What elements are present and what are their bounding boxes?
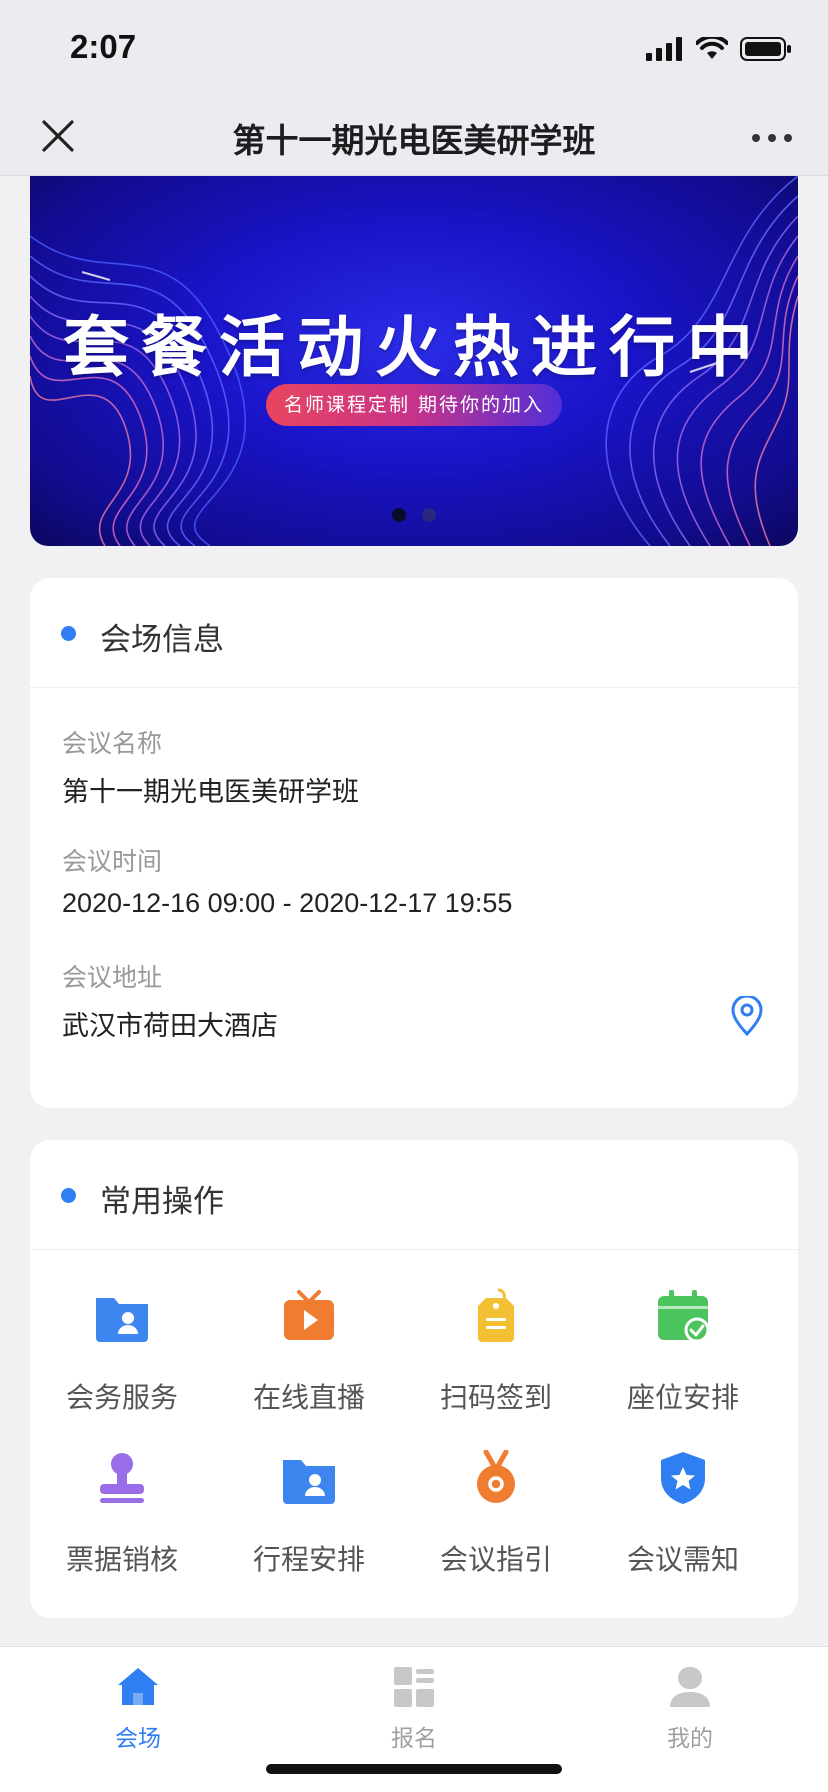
status-bar: 2:07 bbox=[0, 0, 828, 100]
carousel-indicator bbox=[30, 508, 798, 522]
action-label: 票据销核 bbox=[65, 1543, 178, 1576]
tag-icon bbox=[478, 1288, 514, 1342]
signal-icon bbox=[646, 37, 682, 61]
status-icons bbox=[646, 36, 792, 62]
meeting-name-value: 第十一期光电医美研学班 bbox=[62, 777, 359, 808]
map-pin-icon[interactable] bbox=[730, 996, 764, 1036]
bullet-dot bbox=[61, 626, 76, 641]
action-seat-arrangement[interactable]: 座位安排 bbox=[588, 1288, 778, 1416]
common-actions-card: 常用操作 会务服务 在线直播 扫码签到 座位安排 票据销核 行程安排 会议指引 … bbox=[30, 1140, 798, 1618]
calendar-check-icon bbox=[658, 1290, 710, 1343]
card-header: 常用操作 bbox=[30, 1140, 798, 1250]
banner-subtitle: 名师课程定制 期待你的加入 bbox=[266, 384, 562, 426]
action-label: 行程安排 bbox=[252, 1543, 365, 1576]
status-time: 2:07 bbox=[70, 28, 137, 65]
tab-mine[interactable]: 我的 bbox=[630, 1665, 750, 1753]
home-icon bbox=[118, 1668, 158, 1705]
card-header: 会场信息 bbox=[30, 578, 798, 688]
action-label: 在线直播 bbox=[252, 1381, 365, 1414]
folder-user-icon bbox=[283, 1460, 335, 1504]
action-label: 会议指引 bbox=[439, 1543, 552, 1576]
nav-bar: 第十一期光电医美研学班 bbox=[0, 100, 828, 176]
action-label: 座位安排 bbox=[626, 1381, 739, 1414]
action-label: 扫码签到 bbox=[439, 1381, 552, 1414]
action-meeting-notice[interactable]: 会议需知 bbox=[588, 1450, 778, 1578]
medal-icon bbox=[477, 1449, 515, 1503]
bullet-dot bbox=[61, 1188, 76, 1203]
battery-icon bbox=[740, 37, 791, 61]
action-conference-service[interactable]: 会务服务 bbox=[27, 1288, 217, 1416]
card-title: 常用操作 bbox=[100, 1184, 224, 1220]
carousel-dot bbox=[422, 508, 436, 522]
page-title: 第十一期光电医美研学班 bbox=[232, 121, 596, 160]
grid-list-icon bbox=[394, 1667, 434, 1707]
user-icon bbox=[670, 1667, 710, 1707]
tv-play-icon bbox=[284, 1290, 334, 1340]
meeting-address-value: 武汉市荷田大酒店 bbox=[62, 1011, 278, 1042]
shield-star-icon bbox=[661, 1452, 705, 1504]
meeting-time-value: 2020-12-16 09:00 - 2020-12-17 19:55 bbox=[62, 888, 513, 918]
action-meeting-guide[interactable]: 会议指引 bbox=[401, 1449, 591, 1578]
tab-venue[interactable]: 会场 bbox=[78, 1665, 198, 1753]
stamp-icon bbox=[100, 1453, 144, 1503]
card-title: 会场信息 bbox=[100, 622, 224, 658]
more-icon[interactable] bbox=[750, 128, 794, 148]
action-live-stream[interactable]: 在线直播 bbox=[214, 1288, 404, 1416]
tab-label: 报名 bbox=[391, 1726, 437, 1752]
promo-banner[interactable]: 套餐活动火热进行中 名师课程定制 期待你的加入 bbox=[30, 176, 798, 546]
tab-label: 我的 bbox=[667, 1726, 713, 1752]
action-label: 会务服务 bbox=[65, 1381, 178, 1414]
meeting-time-label: 会议时间 bbox=[62, 847, 163, 876]
banner-title: 套餐活动火热进行中 bbox=[63, 309, 765, 386]
tab-label: 会场 bbox=[115, 1726, 161, 1752]
meeting-name-label: 会议名称 bbox=[62, 729, 163, 758]
home-indicator bbox=[266, 1764, 562, 1774]
wifi-icon bbox=[696, 37, 728, 59]
action-ticket-verify[interactable]: 票据销核 bbox=[27, 1450, 217, 1578]
action-label: 会议需知 bbox=[626, 1543, 739, 1576]
action-itinerary[interactable]: 行程安排 bbox=[214, 1450, 404, 1578]
folder-user-icon bbox=[96, 1298, 148, 1342]
tab-register[interactable]: 报名 bbox=[354, 1665, 474, 1753]
carousel-dot-active bbox=[392, 508, 406, 522]
venue-info-card: 会场信息 会议名称 第十一期光电医美研学班 会议时间 2020-12-16 09… bbox=[30, 578, 798, 1108]
action-scan-checkin[interactable]: 扫码签到 bbox=[401, 1288, 591, 1416]
meeting-address-label: 会议地址 bbox=[62, 963, 163, 992]
